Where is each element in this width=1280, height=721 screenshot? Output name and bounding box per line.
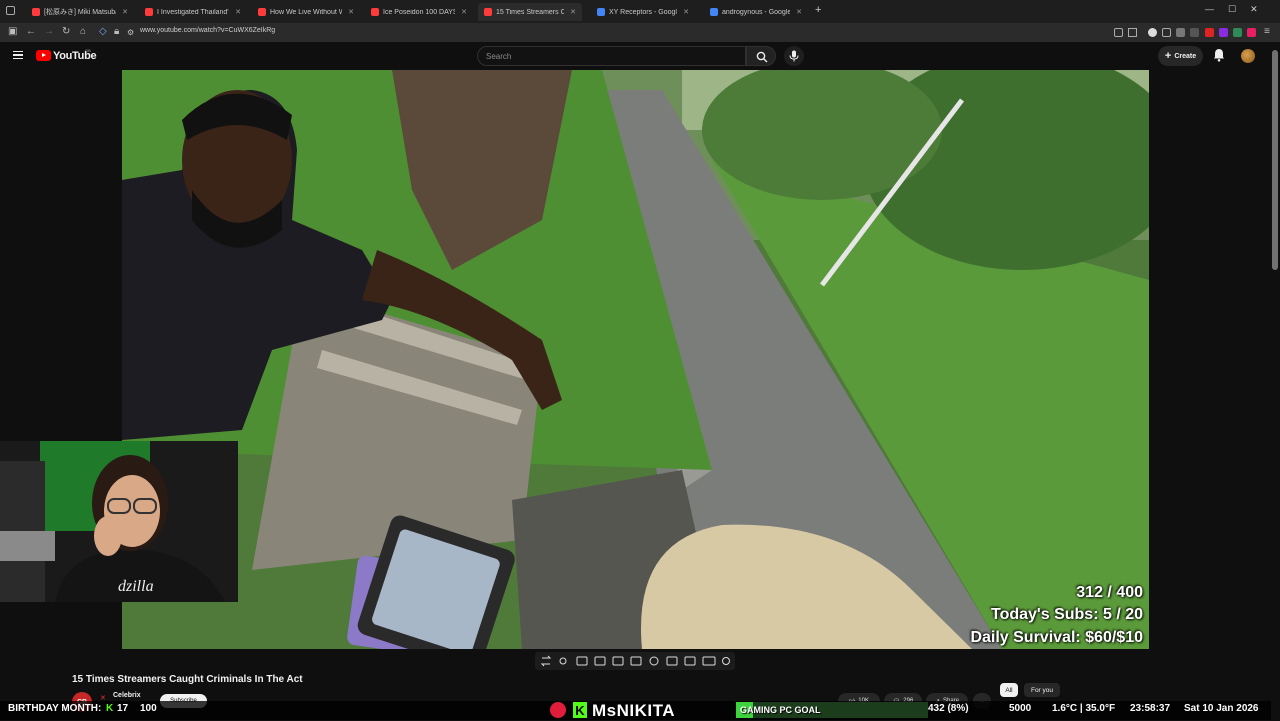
- browser-tab[interactable]: 15 Times Streamers Caught ✕: [478, 3, 582, 21]
- tab-list-icon[interactable]: [6, 6, 15, 15]
- tab-favicon-icon: [145, 8, 153, 16]
- extension-icon[interactable]: [1219, 28, 1228, 37]
- shield-icon[interactable]: ◇: [99, 26, 107, 37]
- plus-icon: +: [1164, 50, 1172, 62]
- browser-menu-icon[interactable]: ≡: [1264, 26, 1270, 37]
- clock: 23:58:37: [1130, 703, 1171, 714]
- address-bar: ▣ ← → ↻ ⌂ ◇ 🔒︎ ⚙︎ www.youtube.com/watch?…: [0, 23, 1280, 42]
- browser-tab[interactable]: androgynous - Google Search ✕: [704, 3, 808, 21]
- extension-icon[interactable]: [1190, 28, 1199, 37]
- reload-icon[interactable]: ↻: [62, 26, 70, 37]
- voice-search-button[interactable]: [784, 46, 804, 66]
- browser-tab-bar: [松原みき] Miki Matsubara "I✕I Investigated …: [0, 0, 1280, 23]
- search-placeholder: Search: [486, 52, 512, 61]
- youtube-header: YouTube GB Search + Create: [0, 42, 1280, 70]
- sidebar-toggle-icon[interactable]: ▣: [8, 26, 17, 37]
- video-title: 15 Times Streamers Caught Criminals In T…: [72, 674, 303, 685]
- streamer-name: MsNIKITA: [592, 701, 676, 720]
- daily-survival-counter: Daily Survival: $60/$10: [970, 629, 1143, 646]
- extension-icon[interactable]: [1114, 28, 1123, 37]
- extension-icon[interactable]: [1148, 28, 1157, 37]
- goal-progress-bar: GAMING PC GOAL: [736, 702, 928, 718]
- browser-tab[interactable]: XY Receptors - Google Search ✕: [591, 3, 695, 21]
- tab-title: How We Live Without Water ar: [270, 8, 343, 16]
- extension-icon[interactable]: [1247, 28, 1256, 37]
- browser-tab[interactable]: How We Live Without Water ar ✕: [252, 3, 360, 21]
- extension-icon[interactable]: [1162, 28, 1171, 37]
- goal-value: 432 (8%): [928, 703, 969, 714]
- tab-favicon-icon: [710, 8, 718, 16]
- create-label: Create: [1174, 52, 1197, 60]
- tab-title: 15 Times Streamers Caught: [496, 8, 565, 16]
- tab-title: androgynous - Google Search: [722, 8, 791, 16]
- tab-favicon-icon: [597, 8, 605, 16]
- extension-icon[interactable]: [1176, 28, 1185, 37]
- goal-target: 5000: [1009, 703, 1032, 714]
- browser-tab[interactable]: [松原みき] Miki Matsubara "I ✕: [26, 3, 134, 21]
- notifications-bell-icon[interactable]: [1213, 48, 1225, 62]
- video-player[interactable]: 312 / 400 Today's Subs: 5 / 20 Daily Sur…: [122, 70, 1149, 649]
- player-control-icons[interactable]: [535, 652, 735, 670]
- channel-name[interactable]: Celebrix: [113, 692, 141, 699]
- streamer-webcam: dzilla: [0, 441, 238, 602]
- player-controls: [535, 652, 735, 670]
- search-icon: [756, 51, 768, 63]
- search-input[interactable]: Search: [477, 46, 746, 66]
- subs-counter: Today's Subs: 5 / 20: [991, 606, 1143, 623]
- window-controls[interactable]: —☐✕: [1205, 4, 1272, 15]
- svg-text:dzilla: dzilla: [118, 578, 154, 595]
- browser-tab[interactable]: Ice Poseidon 100 DAYS FULL VI ✕: [365, 3, 473, 21]
- chip-for-you[interactable]: For you: [1024, 683, 1060, 697]
- viewer-counter: 312 / 400: [1076, 584, 1143, 601]
- search-button[interactable]: [746, 46, 776, 66]
- new-tab-button[interactable]: +: [815, 4, 821, 16]
- weather: 1.6°C | 35.0°F: [1052, 703, 1116, 714]
- browser-tab[interactable]: I Investigated Thailand's Ladyb ✕: [139, 3, 247, 21]
- scrollbar-thumb[interactable]: [1272, 50, 1278, 270]
- tab-title: [松原みき] Miki Matsubara "I: [44, 9, 116, 16]
- tab-close-icon[interactable]: ✕: [122, 8, 128, 16]
- youtube-logo-icon[interactable]: [36, 50, 51, 61]
- tab-close-icon[interactable]: ✕: [796, 8, 802, 16]
- tab-close-icon[interactable]: ✕: [570, 8, 576, 16]
- date: Sat 10 Jan 2026: [1184, 703, 1259, 714]
- tab-close-icon[interactable]: ✕: [461, 8, 467, 16]
- site-settings-icon[interactable]: ⚙︎: [127, 28, 134, 37]
- tab-favicon-icon: [371, 8, 379, 16]
- account-avatar[interactable]: [1241, 49, 1255, 63]
- kick-logo-icon: K: [573, 702, 587, 718]
- chip-all[interactable]: All: [1000, 683, 1018, 697]
- home-icon[interactable]: ⌂: [80, 26, 86, 37]
- birthday-label: BIRTHDAY MONTH:: [8, 703, 102, 714]
- count-b: 100: [140, 703, 157, 714]
- tab-title: Ice Poseidon 100 DAYS FULL VI: [383, 8, 455, 16]
- create-button[interactable]: + Create: [1158, 46, 1203, 66]
- microphone-icon: [789, 50, 799, 62]
- extension-icon[interactable]: [1233, 28, 1242, 37]
- webcam-frame: dzilla: [0, 441, 238, 602]
- stream-overlay-bar: BIRTHDAY MONTH: K 17 100 MsNIKITA 432 (8…: [0, 701, 1280, 720]
- instagram-icon: [550, 702, 566, 718]
- tab-title: I Investigated Thailand's Ladyb: [157, 8, 230, 16]
- count-a: 17: [117, 703, 129, 714]
- tab-favicon-icon: [32, 8, 40, 16]
- video-frame: [122, 70, 1149, 649]
- tab-close-icon[interactable]: ✕: [235, 8, 241, 16]
- bookmark-icon[interactable]: [1128, 28, 1137, 37]
- url-field[interactable]: www.youtube.com/watch?v=CuWX6ZeIkRg: [140, 27, 275, 34]
- forward-icon[interactable]: →: [44, 26, 54, 37]
- tab-close-icon[interactable]: ✕: [348, 8, 354, 16]
- kick-mini-icon: K: [106, 703, 114, 714]
- country-code: GB: [85, 48, 91, 53]
- tab-close-icon[interactable]: ✕: [683, 8, 689, 16]
- back-icon[interactable]: ←: [26, 26, 36, 37]
- tab-favicon-icon: [258, 8, 266, 16]
- goal-label: GAMING PC GOAL: [740, 705, 821, 715]
- tab-favicon-icon: [484, 8, 492, 16]
- lock-icon[interactable]: 🔒︎: [114, 26, 119, 37]
- extension-icon[interactable]: [1205, 28, 1214, 37]
- tab-title: XY Receptors - Google Search: [609, 8, 677, 16]
- hamburger-menu-icon[interactable]: [13, 51, 23, 59]
